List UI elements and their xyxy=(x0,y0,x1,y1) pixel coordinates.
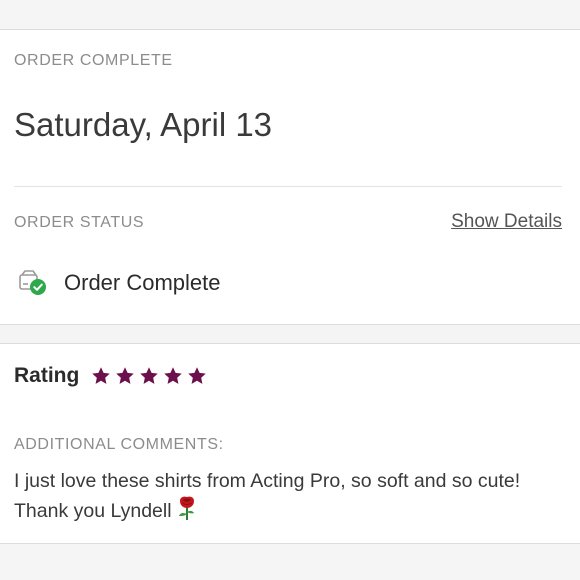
order-complete-label: ORDER COMPLETE xyxy=(14,52,173,69)
order-date: Saturday, April 13 xyxy=(14,106,273,143)
order-card: ORDER COMPLETE Saturday, April 13 ORDER … xyxy=(0,29,580,325)
star-icon xyxy=(188,367,207,384)
show-details-link[interactable]: Show Details xyxy=(451,211,562,233)
star-icon xyxy=(164,367,183,384)
star-icon xyxy=(116,367,135,384)
divider xyxy=(14,186,562,187)
comment-body: I just love these shirts from Acting Pro… xyxy=(14,470,521,523)
bottom-background-strip xyxy=(0,545,580,580)
top-background-strip xyxy=(0,0,580,29)
order-status-text: Order Complete xyxy=(64,270,221,295)
rose-icon xyxy=(176,495,198,529)
box-check-icon xyxy=(18,269,48,297)
star-icon xyxy=(140,367,159,384)
rating-row: Rating xyxy=(14,364,211,388)
order-status-label: ORDER STATUS xyxy=(14,214,145,231)
comment-text: I just love these shirts from Acting Pro… xyxy=(14,468,570,529)
star-icon xyxy=(92,367,111,384)
rating-label: Rating xyxy=(14,364,80,387)
rating-card: Rating ADDITIONAL COMMENTS: I just love … xyxy=(0,343,580,544)
order-status-row: Order Complete xyxy=(18,268,221,298)
rating-stars xyxy=(91,366,211,386)
additional-comments-label: ADDITIONAL COMMENTS: xyxy=(14,436,224,453)
